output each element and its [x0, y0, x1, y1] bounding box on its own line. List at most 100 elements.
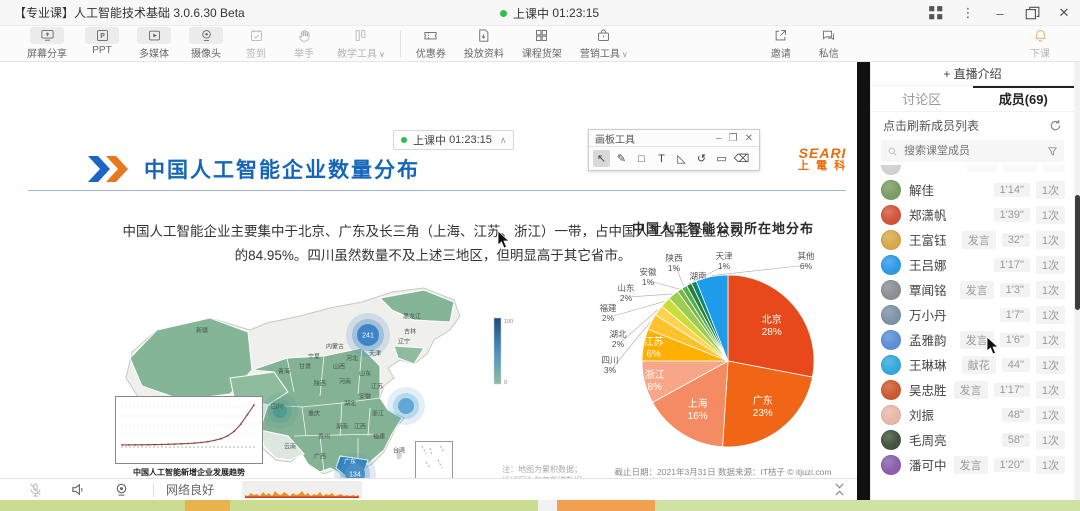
panel-close-icon[interactable]: ✕	[745, 133, 753, 144]
toolbar-button-ppt[interactable]: PPPT	[85, 27, 119, 56]
toolbar-button-teach-tools[interactable]: 教学工具∨	[337, 27, 385, 60]
province-label-陕西: 陕西	[314, 379, 326, 388]
toolbar-button-coupon[interactable]: 优惠券	[416, 27, 446, 60]
svg-text:3%: 3%	[604, 365, 617, 375]
member-list[interactable]: 解佳1'14"1次郑潇帆1'39"1次王富钰发言32"1次王吕娜1'17"1次覃…	[871, 165, 1075, 511]
tab-discussion[interactable]: 讨论区	[871, 86, 973, 111]
search-box[interactable]	[881, 140, 1064, 162]
svg-text:陕西: 陕西	[665, 253, 682, 263]
mouse-cursor-2	[986, 336, 999, 355]
sidebar-scrollbar-thumb[interactable]	[1075, 195, 1080, 310]
count-badge: 1次	[1036, 306, 1065, 324]
refresh-row[interactable]: 点击刷新成员列表	[871, 112, 1074, 138]
refresh-icon[interactable]	[1049, 119, 1062, 132]
member-row[interactable]: 覃闻铭发言1'3"1次	[881, 277, 1065, 302]
board-tools-panel[interactable]: 画板工具 – ❐ ✕ ↖✎□T◺↺▭⌫	[588, 129, 760, 171]
member-row[interactable]: 吴忠胜发言1'17"1次	[881, 377, 1065, 402]
toolbar-button-dm[interactable]: 私信	[814, 27, 844, 60]
chevron-down-icon: ∨	[379, 50, 385, 59]
toolbar-button-checkin[interactable]: 签到	[241, 27, 271, 60]
avatar	[881, 430, 901, 450]
apps-grid-icon[interactable]	[928, 5, 944, 21]
board-tool[interactable]: ▭	[713, 150, 730, 167]
ppt-icon: P	[85, 27, 119, 44]
member-name: 孟雅韵	[909, 330, 954, 349]
avatar	[881, 305, 901, 325]
svg-text:100: 100	[504, 319, 513, 325]
member-row[interactable]: 王琳琳献花44"1次	[881, 352, 1065, 377]
province-label-重庆: 重庆	[308, 409, 320, 418]
avatar	[881, 355, 901, 375]
toolbar-button-raise-hand[interactable]: 举手	[289, 27, 319, 60]
toolbar-button-screen-share[interactable]: 屏幕分享	[27, 27, 67, 60]
close-icon[interactable]: ✕	[1056, 5, 1072, 21]
microphone-icon[interactable]	[28, 482, 43, 497]
speaker-icon[interactable]	[71, 482, 86, 497]
collapse-icon[interactable]	[832, 482, 847, 497]
action-badge[interactable]: 发言	[954, 456, 988, 474]
member-row[interactable]: 王富钰发言32"1次	[881, 227, 1065, 252]
member-row[interactable]: 刘振48"1次	[881, 402, 1065, 427]
action-badge[interactable]: 献花	[962, 356, 996, 374]
toolbar-button-materials[interactable]: 投放资料	[464, 27, 504, 60]
province-label-云南: 云南	[284, 442, 296, 451]
audio-waveform	[242, 481, 362, 498]
count-badge: 1次	[1036, 356, 1065, 374]
pen-tool[interactable]: ✎	[613, 150, 630, 167]
action-badge[interactable]: 发言	[960, 281, 994, 299]
member-row[interactable]: 毛周亮58"1次	[881, 427, 1065, 452]
province-label-四川: 四川	[271, 402, 283, 411]
mouse-cursor	[497, 230, 510, 249]
eraser-tool[interactable]: ◺	[673, 150, 690, 167]
panel-minimize-icon[interactable]: –	[716, 133, 722, 144]
toolbar-button-marketing[interactable]: 营销工具∨	[580, 27, 628, 60]
province-label-江西: 江西	[354, 422, 366, 431]
webcam-icon[interactable]	[114, 482, 129, 497]
svg-text:6%: 6%	[646, 349, 661, 360]
more-icon[interactable]: ⋮	[960, 5, 976, 21]
action-badge[interactable]: 发言	[962, 231, 996, 249]
live-intro-header[interactable]: + 直播介绍	[871, 62, 1074, 86]
class-status-pill[interactable]: 上课中 01:23:15 ∧	[393, 130, 514, 150]
slide-canvas[interactable]: 中国人工智能企业数量分布 中国人工智能企业主要集中于北京、广东及长三角（上海、江…	[0, 62, 857, 478]
member-row[interactable]	[881, 165, 1065, 177]
dm-icon	[814, 27, 844, 44]
member-row[interactable]: 解佳1'14"1次	[881, 177, 1065, 202]
search-input[interactable]	[902, 144, 1048, 158]
filter-icon[interactable]	[1048, 146, 1057, 157]
toolbar-button-media[interactable]: 多媒体	[137, 27, 171, 60]
toolbar-button-label: 课程货架	[522, 45, 562, 60]
tab-members[interactable]: 成员(69)	[973, 86, 1075, 111]
screen-share-icon	[30, 27, 64, 44]
svg-text:28%: 28%	[762, 327, 782, 338]
rect-tool[interactable]: □	[633, 150, 650, 167]
select-tool[interactable]: ↖	[593, 150, 610, 167]
toolbar-button-shelf[interactable]: 课程货架	[522, 27, 562, 60]
logo-text-seari: SEARI	[798, 146, 847, 161]
toolbar-button-label: 教学工具∨	[337, 45, 385, 60]
member-row[interactable]: 万小丹1'7"1次	[881, 302, 1065, 327]
materials-icon	[469, 27, 499, 44]
svg-text:1%: 1%	[642, 277, 655, 287]
count-badge: 1次	[1036, 381, 1065, 399]
member-row[interactable]: 潘可中发言1'20"1次	[881, 452, 1065, 477]
undo-tool[interactable]: ↺	[693, 150, 710, 167]
chevron-up-icon[interactable]: ∧	[500, 135, 507, 146]
toolbar-button-invite[interactable]: 邀请	[766, 27, 796, 60]
toolbar-button-end-class[interactable]: 下课	[1025, 27, 1055, 60]
map-note: 注：地图为累积数据； 折线图为每年新增数据	[502, 464, 582, 478]
count-badge: 1次	[1036, 281, 1065, 299]
member-name: 毛周亮	[909, 430, 996, 449]
member-row[interactable]: 郑潇帆1'39"1次	[881, 202, 1065, 227]
text-tool[interactable]: T	[653, 150, 670, 167]
pie-chart: 中国人工智能公司所在地分布 北京28%广东23%上海16%浙江8%江苏6%四川3…	[592, 218, 854, 478]
restore-icon[interactable]	[1024, 5, 1040, 21]
member-row[interactable]: 孟雅韵发言1'6"1次	[881, 327, 1065, 352]
minimize-icon[interactable]: –	[992, 5, 1008, 21]
panel-restore-icon[interactable]: ❐	[729, 133, 738, 144]
action-badge[interactable]: 发言	[954, 381, 988, 399]
toolbar-button-webcam[interactable]: 摄像头	[189, 27, 223, 60]
clear-tool[interactable]: ⌫	[733, 150, 750, 167]
member-row[interactable]: 王吕娜1'17"1次	[881, 252, 1065, 277]
app-window: 【专业课】人工智能技术基础 3.0.6.30 Beta 上课中 01:23:15…	[0, 0, 1080, 511]
